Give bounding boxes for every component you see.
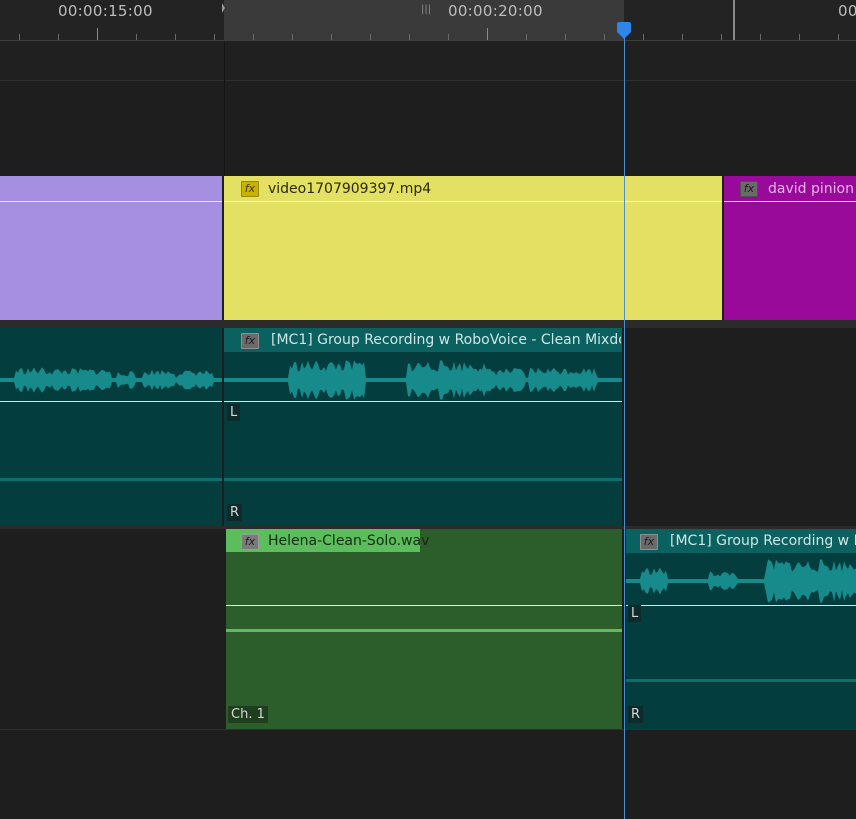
video-clip-left[interactable] (0, 176, 222, 320)
ruler-tick (97, 28, 98, 40)
fx-badge-icon[interactable]: fx (241, 534, 259, 550)
playhead-handle-icon[interactable] (616, 22, 632, 40)
edit-point-line (224, 41, 225, 176)
channel-center-line (226, 629, 622, 632)
audio-track-2-empty[interactable] (0, 529, 224, 729)
waveform-left (0, 367, 222, 393)
clip-name: Helena-Clean-Solo.wav (268, 533, 430, 549)
waveform-top (626, 559, 856, 603)
video-track-3[interactable] (0, 41, 856, 81)
fx-badge-icon[interactable]: fx (241, 333, 259, 349)
audio-clip-left[interactable] (0, 328, 222, 526)
volume-line[interactable] (224, 401, 622, 402)
channel-label: Ch. 1 (228, 706, 268, 723)
ruler-tick (487, 28, 488, 40)
fx-badge-icon[interactable]: fx (640, 534, 658, 550)
fx-badge-icon[interactable]: fx (740, 181, 758, 197)
volume-line[interactable] (226, 605, 622, 606)
clip-name: david pinion s (768, 181, 856, 197)
audio-track-3-empty[interactable] (0, 730, 856, 819)
clip-name: [MC1] Group Recording w RoboVoice - Clea… (271, 332, 621, 348)
channel-center-line (626, 679, 856, 682)
clip-name: video1707909397.mp4 (268, 181, 432, 197)
channel-label-right: R (227, 504, 243, 521)
channel-center-line (224, 478, 622, 481)
audio-clip-mixdown[interactable]: fx [MC1] Group Recording w RoboVoice - C… (224, 328, 622, 526)
out-point-marker[interactable] (733, 0, 735, 40)
volume-line[interactable] (626, 605, 856, 606)
channel-center-line (0, 478, 222, 481)
video-clip-right[interactable]: fx david pinion s (724, 176, 856, 320)
clip-name: [MC1] Group Recording w Robo (670, 533, 856, 549)
volume-line[interactable] (0, 401, 222, 402)
video-track-2[interactable] (0, 81, 856, 176)
audio-clip-helena[interactable]: fx Helena-Clean-Solo.wav Ch. 1 (226, 529, 622, 729)
opacity-line[interactable] (224, 201, 722, 202)
fx-badge-icon[interactable]: fx (241, 181, 259, 197)
audio-track-1-empty[interactable] (626, 328, 856, 526)
timecode-label-25s: 00 (838, 2, 856, 20)
range-grip-icon[interactable]: ||| (421, 4, 431, 15)
timecode-label-20s: 00:00:20:00 (448, 2, 543, 20)
audio-clip-group-recording[interactable]: fx [MC1] Group Recording w Robo L R (626, 529, 856, 729)
in-point-marker-icon[interactable] (222, 0, 225, 13)
video-clip-main[interactable]: fx video1707909397.mp4 (224, 176, 722, 320)
channel-label-right: R (628, 706, 644, 723)
waveform-top (224, 360, 622, 400)
channel-label-left: L (628, 605, 642, 622)
track-divider (0, 320, 856, 328)
timecode-label-15s: 00:00:15:00 (58, 2, 153, 20)
playhead-line[interactable] (624, 24, 625, 819)
opacity-line[interactable] (0, 201, 222, 202)
opacity-line[interactable] (724, 201, 856, 202)
channel-label-left: L (227, 404, 241, 421)
time-ruler[interactable]: 00:00:15:00 00:00:20:00 00 ||| (0, 0, 856, 40)
